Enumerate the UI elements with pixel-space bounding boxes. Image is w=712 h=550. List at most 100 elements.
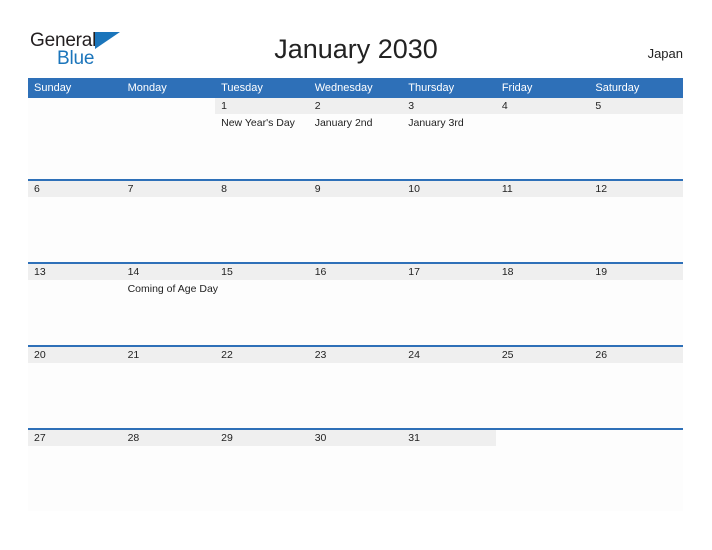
calendar-day-cell[interactable]: 12 bbox=[589, 179, 683, 263]
day-number: 8 bbox=[215, 181, 309, 197]
calendar-week-row: 27 28 29 30 31 bbox=[28, 428, 683, 511]
weekday-header-wednesday: Wednesday bbox=[308, 78, 403, 98]
calendar-day-cell[interactable]: 4 bbox=[495, 98, 590, 180]
day-event: New Year's Day bbox=[221, 117, 295, 129]
day-event bbox=[402, 197, 496, 200]
day-event bbox=[589, 197, 683, 200]
day-event: January 3rd bbox=[408, 117, 464, 129]
calendar-day-cell[interactable]: 28 bbox=[121, 428, 216, 511]
calendar-day-cell[interactable]: 11 bbox=[495, 179, 590, 263]
calendar-day-cell[interactable]: 10 bbox=[402, 179, 496, 263]
day-number: 21 bbox=[121, 347, 216, 363]
day-number: 19 bbox=[589, 264, 683, 280]
calendar-day-cell[interactable]: 20 bbox=[28, 345, 122, 429]
day-number bbox=[589, 430, 683, 446]
page-header: General Blue January 2030 Japan bbox=[0, 0, 712, 76]
calendar-day-cell[interactable]: 19 bbox=[589, 262, 683, 346]
day-number: 26 bbox=[589, 347, 683, 363]
day-number: 14 bbox=[121, 264, 216, 280]
calendar-day-cell[interactable]: 25 bbox=[495, 345, 590, 429]
calendar-page: General Blue January 2030 Japan Sunday M… bbox=[0, 0, 712, 550]
weekday-header-sunday: Sunday bbox=[28, 78, 122, 98]
calendar-day-cell[interactable]: 22 bbox=[215, 345, 309, 429]
calendar-day-cell[interactable]: 26 bbox=[589, 345, 683, 429]
day-event bbox=[309, 363, 403, 366]
day-event: Coming of Age Day bbox=[127, 283, 219, 295]
calendar-day-cell[interactable]: 5 bbox=[589, 98, 683, 180]
calendar-day-cell[interactable]: 1 New Year's Day bbox=[215, 98, 309, 180]
calendar-day-cell[interactable]: 8 bbox=[215, 179, 309, 263]
day-number: 25 bbox=[495, 347, 590, 363]
weekday-header-thursday: Thursday bbox=[402, 78, 496, 98]
day-event bbox=[28, 363, 122, 366]
day-event bbox=[496, 363, 590, 366]
calendar-day-cell[interactable]: 9 bbox=[308, 179, 403, 263]
calendar-day-cell[interactable] bbox=[495, 428, 590, 511]
day-event bbox=[215, 363, 309, 366]
calendar-week-row: 6 7 8 9 10 11 12 bbox=[28, 179, 683, 263]
day-event bbox=[28, 114, 122, 117]
day-number: 31 bbox=[402, 430, 496, 446]
day-event bbox=[589, 114, 683, 117]
day-event bbox=[589, 363, 683, 366]
calendar-day-cell[interactable]: 7 bbox=[121, 179, 216, 263]
calendar-day-cell[interactable]: 17 bbox=[402, 262, 496, 346]
calendar-day-cell[interactable]: 23 bbox=[308, 345, 403, 429]
calendar-day-cell[interactable] bbox=[589, 428, 683, 511]
day-event bbox=[28, 197, 122, 200]
day-number: 29 bbox=[215, 430, 309, 446]
day-number: 11 bbox=[495, 181, 590, 197]
calendar-day-cell[interactable]: 30 bbox=[308, 428, 403, 511]
day-event bbox=[402, 446, 496, 449]
day-event bbox=[28, 446, 122, 449]
day-event bbox=[28, 280, 122, 283]
day-event bbox=[496, 114, 590, 117]
day-event bbox=[309, 197, 403, 200]
calendar-day-cell[interactable] bbox=[121, 98, 216, 180]
day-event bbox=[215, 280, 309, 283]
day-number: 7 bbox=[121, 181, 216, 197]
day-event bbox=[309, 446, 403, 449]
calendar-week-row: 13 14 Coming of Age Day 15 16 17 18 19 bbox=[28, 262, 683, 346]
day-number: 20 bbox=[28, 347, 122, 363]
day-event: January 2nd bbox=[314, 117, 373, 129]
day-number bbox=[28, 98, 122, 114]
calendar-day-cell[interactable]: 3 January 3rd bbox=[402, 98, 496, 180]
calendar-day-cell[interactable]: 24 bbox=[402, 345, 496, 429]
day-event bbox=[589, 280, 683, 283]
day-number: 16 bbox=[308, 264, 403, 280]
day-event bbox=[402, 363, 496, 366]
day-number: 17 bbox=[402, 264, 496, 280]
calendar-day-cell[interactable] bbox=[28, 98, 122, 180]
weekday-header-tuesday: Tuesday bbox=[215, 78, 309, 98]
weekday-header-friday: Friday bbox=[495, 78, 590, 98]
weekday-header-saturday: Saturday bbox=[589, 78, 683, 98]
day-number: 24 bbox=[402, 347, 496, 363]
day-number: 23 bbox=[308, 347, 403, 363]
day-number: 22 bbox=[215, 347, 309, 363]
day-event bbox=[122, 114, 216, 117]
calendar-day-cell[interactable]: 27 bbox=[28, 428, 122, 511]
calendar-day-cell[interactable]: 14 Coming of Age Day bbox=[121, 262, 219, 346]
calendar-day-cell[interactable]: 31 bbox=[402, 428, 496, 511]
calendar-week-row: 20 21 22 23 24 25 26 bbox=[28, 345, 683, 429]
day-event bbox=[402, 280, 496, 283]
day-event bbox=[589, 446, 683, 449]
calendar-day-cell[interactable]: 13 bbox=[28, 262, 122, 346]
day-event bbox=[122, 446, 216, 449]
day-event bbox=[496, 280, 590, 283]
day-number: 27 bbox=[28, 430, 122, 446]
calendar-day-cell[interactable]: 16 bbox=[308, 262, 403, 346]
calendar-day-cell[interactable]: 29 bbox=[215, 428, 309, 511]
calendar-day-cell[interactable]: 6 bbox=[28, 179, 122, 263]
day-event bbox=[122, 363, 216, 366]
calendar-week-row: 1 New Year's Day 2 January 2nd 3 January 3r… bbox=[28, 98, 683, 180]
day-number: 3 bbox=[402, 98, 496, 114]
calendar-day-cell[interactable]: 18 bbox=[495, 262, 590, 346]
calendar-day-cell[interactable]: 15 bbox=[215, 262, 309, 346]
day-number: 10 bbox=[402, 181, 496, 197]
calendar-day-cell[interactable]: 2 January 2nd bbox=[308, 98, 403, 180]
day-number: 6 bbox=[28, 181, 122, 197]
day-number bbox=[496, 430, 590, 446]
calendar-day-cell[interactable]: 21 bbox=[121, 345, 216, 429]
